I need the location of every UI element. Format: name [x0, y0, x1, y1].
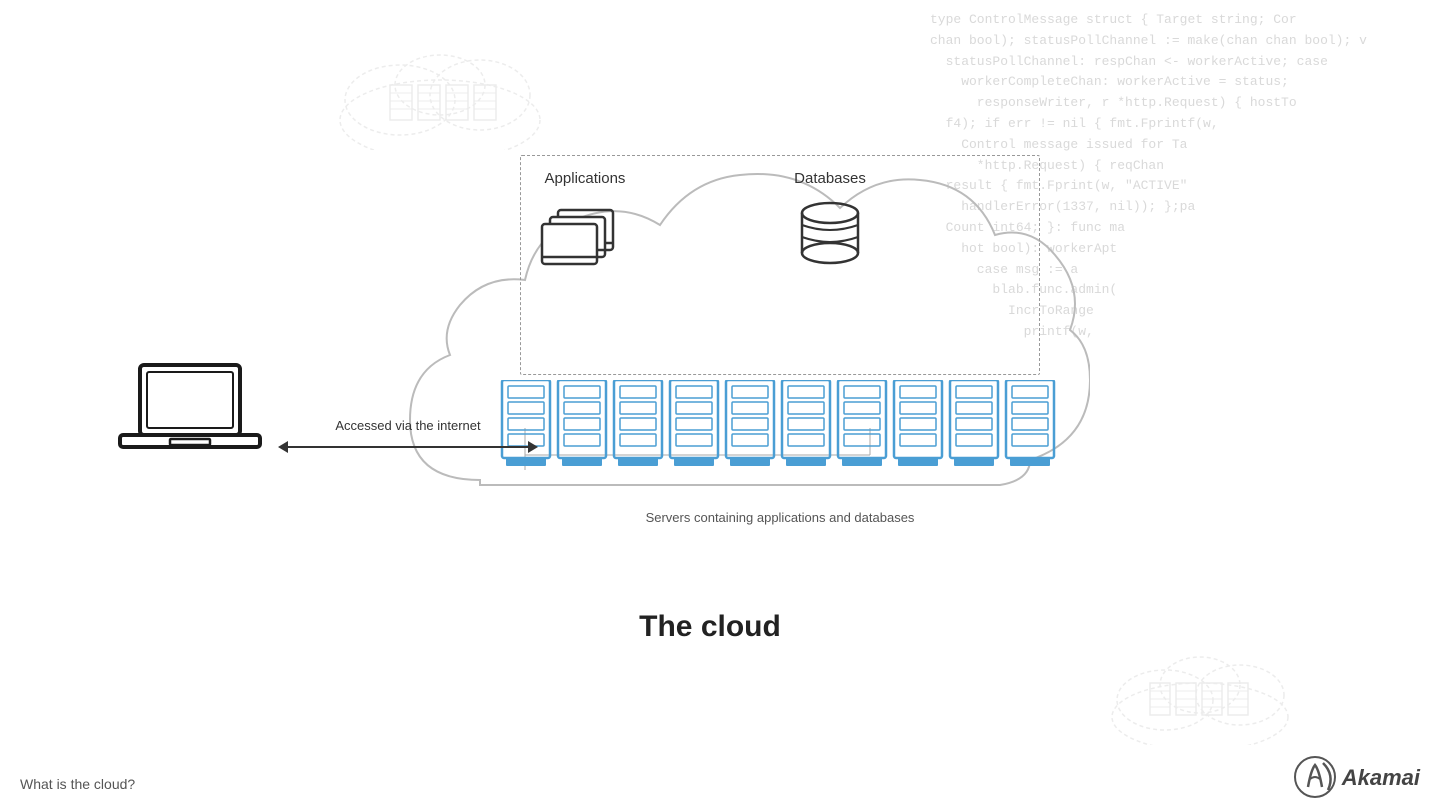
access-text: Accessed via the internet — [335, 418, 480, 433]
servers-svg — [500, 380, 1070, 480]
applications-icon — [540, 195, 630, 270]
akamai-logo: Akamai — [1293, 755, 1420, 800]
akamai-text: Akamai — [1342, 765, 1420, 791]
databases-label: Databases — [794, 170, 866, 187]
laptop-svg — [115, 360, 265, 480]
databases-icon — [790, 195, 870, 270]
bottom-left-text: What is the cloud? — [20, 776, 135, 792]
ghost-cloud-bottom-right — [1100, 635, 1300, 750]
akamai-icon — [1293, 755, 1338, 800]
apps-db-container: Applications Databases — [540, 170, 870, 270]
servers-container — [500, 380, 1070, 480]
access-arrow — [278, 437, 538, 457]
access-label-container: Accessed via the internet — [278, 418, 538, 457]
databases-section: Databases — [790, 170, 870, 270]
main-content: type ControlMessage struct { Target stri… — [0, 0, 1440, 810]
laptop-icon — [115, 360, 265, 480]
servers-label: Servers containing applications and data… — [500, 510, 1060, 525]
cloud-label: The cloud — [330, 610, 1090, 644]
applications-label: Applications — [545, 170, 626, 187]
applications-section: Applications — [540, 170, 630, 270]
